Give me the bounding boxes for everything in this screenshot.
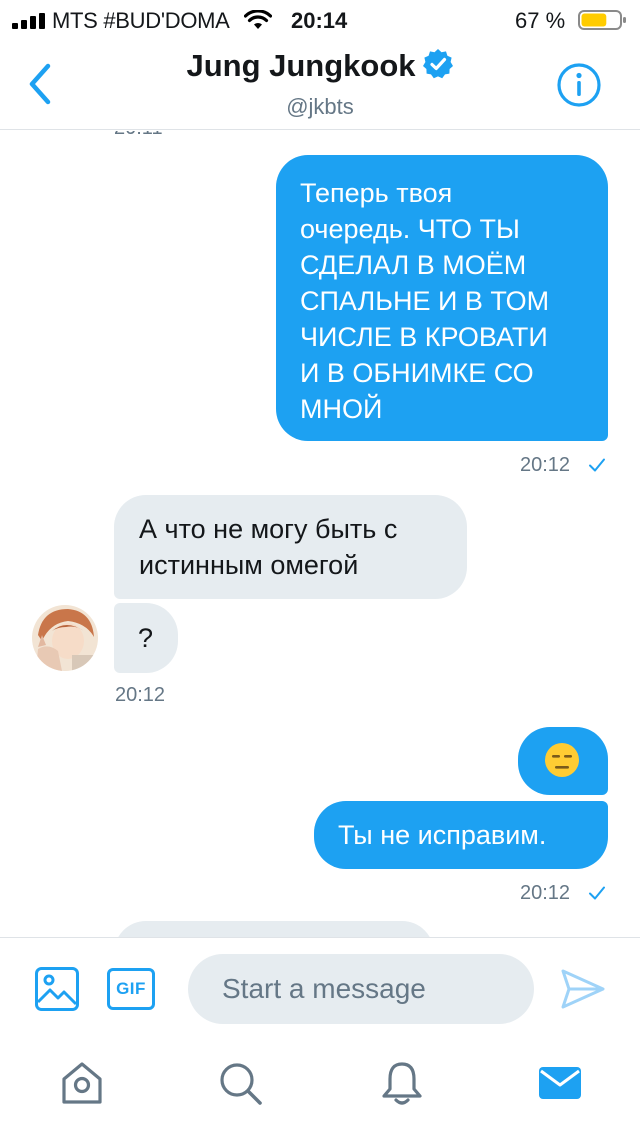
outgoing-message-bubble[interactable]: Ты не исправим. <box>314 801 608 869</box>
carrier-name: MTS #BUD'DOMA <box>52 8 230 33</box>
message-timestamp: 20:12 <box>520 454 571 476</box>
incoming-message-bubble[interactable] <box>114 921 434 937</box>
outgoing-emoji-bubble[interactable] <box>518 727 608 795</box>
gif-button[interactable]: GIF <box>107 968 155 1010</box>
title-row: Jung Jungkook <box>0 48 640 84</box>
bell-icon[interactable] <box>378 1059 426 1107</box>
incoming-message-bubble[interactable]: А что не могу быть с истинным омегой <box>114 495 467 599</box>
verified-badge-icon <box>422 49 453 79</box>
image-icon[interactable] <box>34 966 80 1012</box>
message-line: ЧИСЛЕ В КРОВАТИ <box>300 322 548 352</box>
expressionless-face-emoji <box>545 743 579 777</box>
avatar-photo <box>32 605 98 671</box>
signal-icon <box>12 13 45 29</box>
message-line: истинным омегой <box>139 550 359 580</box>
outgoing-message-bubble[interactable]: Теперь твоя очередь. ЧТО ТЫ СДЕЛАЛ В МОЁ… <box>276 155 608 441</box>
checkmark-icon <box>589 886 605 900</box>
home-icon[interactable] <box>58 1059 106 1107</box>
message-line: И В ОБНИМКЕ СО <box>300 358 534 388</box>
message-text: Ты не исправим. <box>338 820 547 850</box>
battery-icon <box>578 10 626 30</box>
wifi-icon <box>244 10 272 29</box>
message-line: Теперь твоя <box>300 178 453 208</box>
conversation-header: Jung Jungkook @jkbts <box>0 40 640 130</box>
message-timestamp: 20:12 <box>520 882 571 904</box>
battery-percent: 67 % <box>515 8 566 33</box>
send-icon[interactable] <box>560 968 606 1010</box>
incoming-message-bubble[interactable]: ? <box>114 603 178 673</box>
message-timestamp: 20:12 <box>115 684 166 706</box>
checkmark-icon <box>589 458 605 472</box>
status-time: 20:14 <box>291 8 348 33</box>
profile-handle: @jkbts <box>286 94 354 119</box>
message-input[interactable] <box>188 954 534 1024</box>
message-list[interactable]: 20:11 Теперь твоя очередь. ЧТО ТЫ СДЕЛАЛ… <box>0 131 640 937</box>
message-line: А что не могу быть с <box>139 514 398 544</box>
mail-icon[interactable] <box>536 1059 584 1107</box>
tab-bar <box>0 1037 640 1136</box>
message-line: МНОЙ <box>300 394 383 424</box>
message-line: СДЕЛАЛ В МОЁМ <box>300 250 527 280</box>
message-composer: GIF <box>0 937 640 1037</box>
message-line: очередь. ЧТО ТЫ <box>300 214 520 244</box>
info-icon[interactable] <box>556 62 602 108</box>
status-bar: MTS #BUD'DOMA 20:14 67 % <box>0 0 640 40</box>
search-icon[interactable] <box>216 1059 264 1107</box>
message-line: СПАЛЬНЕ И В ТОМ <box>300 286 550 316</box>
avatar[interactable] <box>32 605 98 671</box>
message-timestamp: 20:11 <box>114 131 163 140</box>
page-title[interactable]: Jung Jungkook <box>186 48 415 83</box>
message-text: ? <box>138 623 154 653</box>
